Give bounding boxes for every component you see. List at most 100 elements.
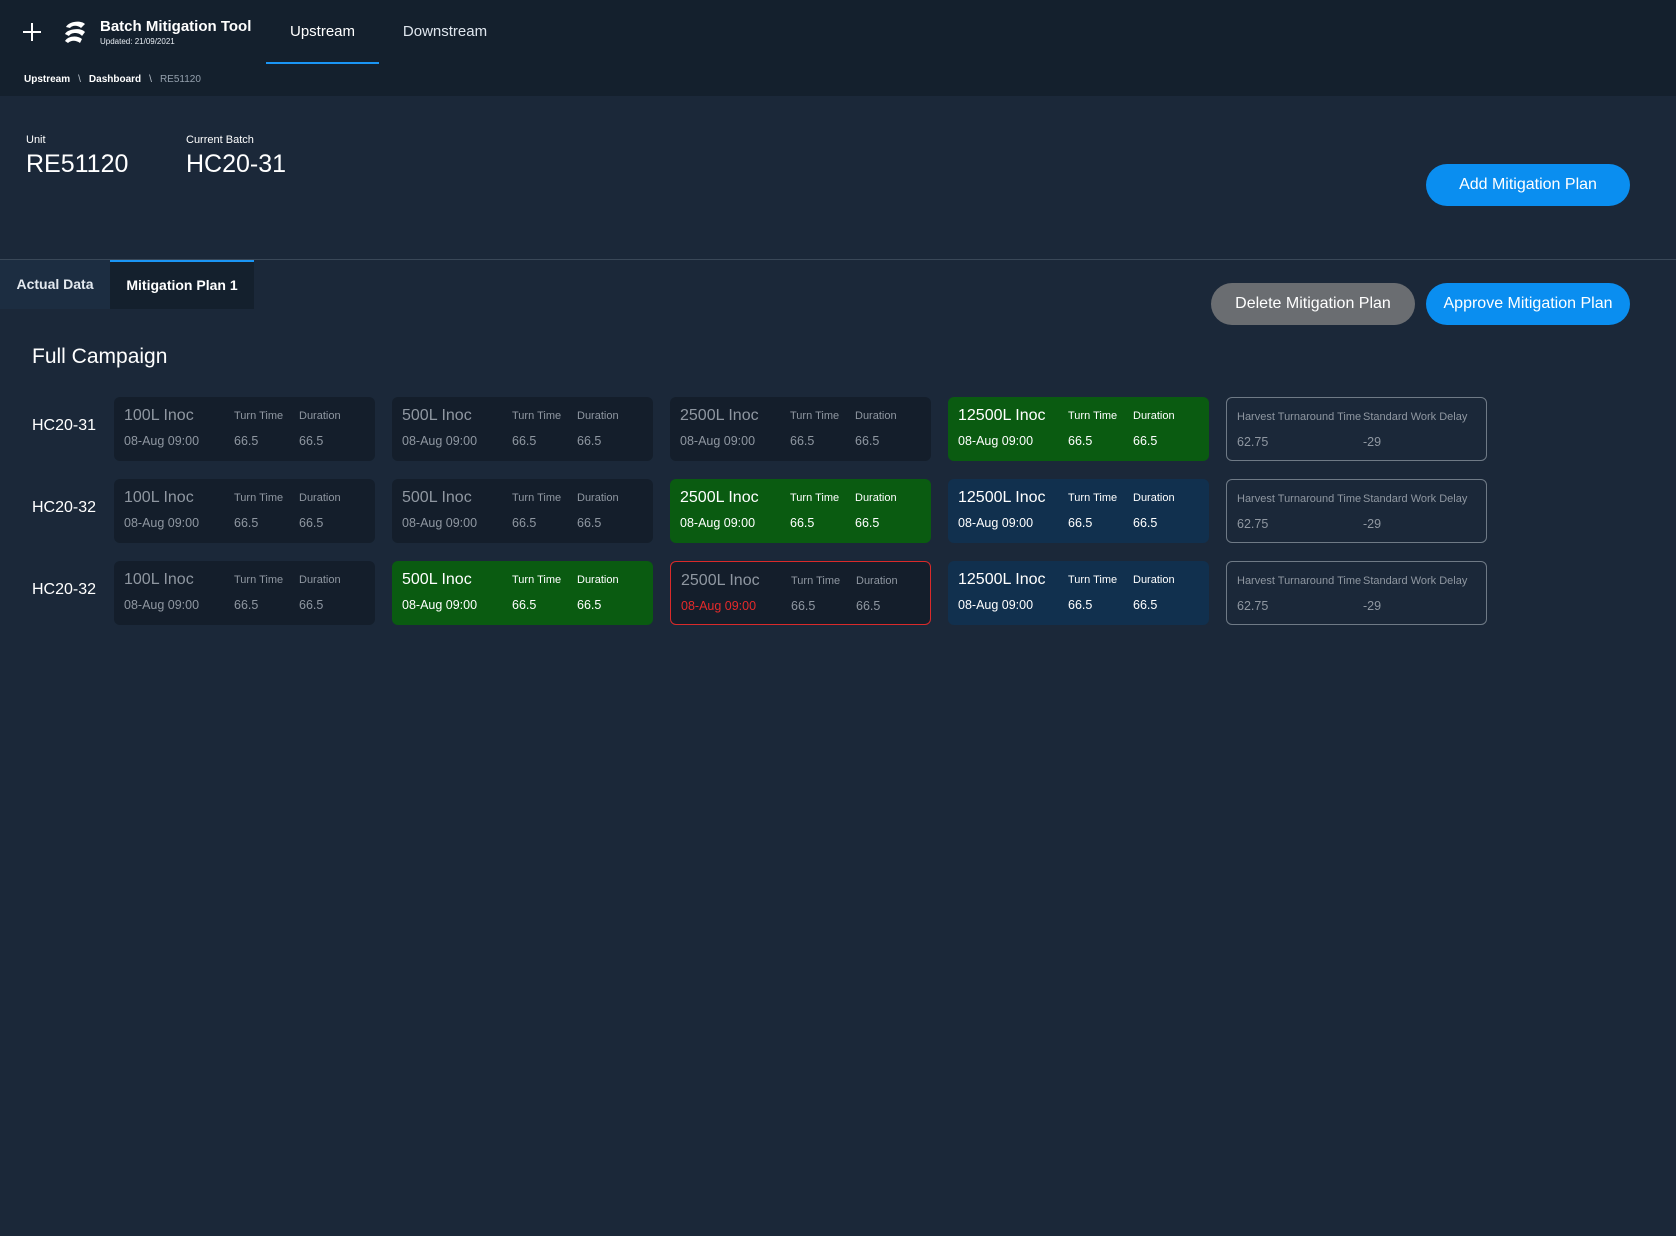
stage-name: 2500L Inoc xyxy=(680,489,759,506)
row-batch-label: HC20-31 xyxy=(32,417,97,434)
delete-mitigation-plan-button[interactable]: Delete Mitigation Plan xyxy=(1211,283,1415,325)
stage-card[interactable]: 100L Inoc 08-Aug 09:00 Turn Time Duration 66… xyxy=(114,561,375,625)
stage-card[interactable]: 2500L Inoc 08-Aug 09:00 Turn Time Duration 6… xyxy=(670,397,931,461)
turn-time-label: Turn Time xyxy=(790,492,840,504)
harvest-turnaround-value: 62.75 xyxy=(1237,435,1269,449)
stage-card[interactable]: 2500L Inoc 08-Aug 09:00 Turn Time Duration 6… xyxy=(670,479,931,543)
turn-time-value: 66.5 xyxy=(790,434,815,448)
duration-label: Duration xyxy=(855,410,897,422)
turn-time-value: 66.5 xyxy=(790,516,815,530)
duration-label: Duration xyxy=(1133,410,1175,422)
stage-date: 08-Aug 09:00 xyxy=(124,598,200,612)
duration-value: 66.5 xyxy=(1133,516,1158,530)
standard-work-delay-value: -29 xyxy=(1363,435,1382,449)
stage-date: 08-Aug 09:00 xyxy=(402,598,478,612)
tab-mitigation-plan-1[interactable]: Mitigation Plan 1 xyxy=(110,260,254,309)
plus-icon[interactable] xyxy=(20,20,44,44)
stage-card[interactable]: 2500L Inoc 08-Aug 09:00 Turn Time Duration 6… xyxy=(670,561,931,625)
turn-time-label: Turn Time xyxy=(1068,492,1118,504)
unit-value: RE51120 xyxy=(26,150,129,178)
breadcrumb-separator: \ xyxy=(78,74,81,85)
duration-label: Duration xyxy=(577,492,619,504)
stage-card[interactable]: 100L Inoc 08-Aug 09:00 Turn Time Duration 66… xyxy=(114,397,375,461)
duration-label: Duration xyxy=(577,410,619,422)
breadcrumb: Upstream \ Dashboard \ RE51120 xyxy=(24,74,201,85)
top-bar: Batch Mitigation Tool Updated: 21/09/202… xyxy=(0,0,1676,96)
standard-work-delay-value: -29 xyxy=(1363,517,1382,531)
current-batch-label: Current Batch xyxy=(186,134,254,146)
duration-value: 66.5 xyxy=(1133,598,1158,612)
duration-label: Duration xyxy=(855,492,897,504)
summary-card: Harvest Turnaround Time Standard Work Del… xyxy=(1226,397,1487,461)
tab-actual-data[interactable]: Actual Data xyxy=(0,260,110,309)
turn-time-label: Turn Time xyxy=(791,575,841,587)
stage-date: 08-Aug 09:00 xyxy=(124,516,200,530)
duration-label: Duration xyxy=(299,492,341,504)
turn-time-value: 66.5 xyxy=(1068,598,1093,612)
stage-date: 08-Aug 09:00 xyxy=(958,516,1034,530)
duration-value: 66.5 xyxy=(577,516,602,530)
add-mitigation-plan-button[interactable]: Add Mitigation Plan xyxy=(1426,164,1630,206)
stage-date: 08-Aug 09:00 xyxy=(958,598,1034,612)
nav-tab-downstream[interactable]: Downstream xyxy=(392,0,498,64)
stage-card[interactable]: 500L Inoc 08-Aug 09:00 Turn Time Duration 66… xyxy=(392,479,653,543)
stage-name: 2500L Inoc xyxy=(680,407,759,424)
stage-card[interactable]: 12500L Inoc 08-Aug 09:00 Turn Time Duration… xyxy=(948,561,1209,625)
turn-time-label: Turn Time xyxy=(1068,574,1118,586)
duration-value: 66.5 xyxy=(299,434,324,448)
turn-time-value: 66.5 xyxy=(512,516,537,530)
app-title: Batch Mitigation Tool xyxy=(100,18,252,35)
stage-name: 100L Inoc xyxy=(124,571,194,588)
turn-time-value: 66.5 xyxy=(1068,516,1093,530)
stage-name: 500L Inoc xyxy=(402,571,472,588)
turn-time-label: Turn Time xyxy=(234,492,284,504)
duration-label: Duration xyxy=(299,574,341,586)
unit-label: Unit xyxy=(26,134,46,146)
turn-time-label: Turn Time xyxy=(512,410,562,422)
turn-time-label: Turn Time xyxy=(234,574,284,586)
section-title: Full Campaign xyxy=(32,345,168,368)
stage-name: 12500L Inoc xyxy=(958,407,1046,424)
turn-time-label: Turn Time xyxy=(1068,410,1118,422)
duration-label: Duration xyxy=(856,575,898,587)
duration-label: Duration xyxy=(1133,492,1175,504)
duration-value: 66.5 xyxy=(1133,434,1158,448)
stage-card[interactable]: 12500L Inoc 08-Aug 09:00 Turn Time Duration… xyxy=(948,397,1209,461)
harvest-turnaround-value: 62.75 xyxy=(1237,517,1269,531)
duration-value: 66.5 xyxy=(577,598,602,612)
harvest-turnaround-label: Harvest Turnaround Time xyxy=(1237,575,1362,587)
breadcrumb-upstream[interactable]: Upstream xyxy=(24,74,70,85)
stage-card[interactable]: 500L Inoc 08-Aug 09:00 Turn Time Duration 66… xyxy=(392,561,653,625)
breadcrumb-dashboard[interactable]: Dashboard xyxy=(89,74,141,85)
approve-mitigation-plan-button[interactable]: Approve Mitigation Plan xyxy=(1426,283,1630,325)
stage-date: 08-Aug 09:00 xyxy=(681,599,757,613)
turn-time-value: 66.5 xyxy=(1068,434,1093,448)
duration-value: 66.5 xyxy=(299,598,324,612)
summary-card: Harvest Turnaround Time Standard Work Del… xyxy=(1226,561,1487,625)
stage-date: 08-Aug 09:00 xyxy=(402,516,478,530)
stage-name: 500L Inoc xyxy=(402,489,472,506)
turn-time-label: Turn Time xyxy=(512,574,562,586)
nav-tab-upstream[interactable]: Upstream xyxy=(266,0,379,64)
logo-icon xyxy=(65,21,85,43)
stage-name: 12500L Inoc xyxy=(958,489,1046,506)
stage-card[interactable]: 12500L Inoc 08-Aug 09:00 Turn Time Duration… xyxy=(948,479,1209,543)
stage-date: 08-Aug 09:00 xyxy=(680,516,756,530)
stage-name: 100L Inoc xyxy=(124,407,194,424)
stage-name: 2500L Inoc xyxy=(681,572,760,589)
stage-card[interactable]: 100L Inoc 08-Aug 09:00 Turn Time Duration 66… xyxy=(114,479,375,543)
harvest-turnaround-label: Harvest Turnaround Time xyxy=(1237,411,1362,423)
turn-time-value: 66.5 xyxy=(234,516,259,530)
stage-name: 500L Inoc xyxy=(402,407,472,424)
duration-value: 66.5 xyxy=(855,434,880,448)
turn-time-value: 66.5 xyxy=(234,434,259,448)
duration-value: 66.5 xyxy=(577,434,602,448)
duration-value: 66.5 xyxy=(855,516,880,530)
turn-time-value: 66.5 xyxy=(791,599,816,613)
duration-label: Duration xyxy=(299,410,341,422)
duration-label: Duration xyxy=(577,574,619,586)
turn-time-label: Turn Time xyxy=(512,492,562,504)
breadcrumb-separator: \ xyxy=(149,74,152,85)
stage-card[interactable]: 500L Inoc 08-Aug 09:00 Turn Time Duration 66… xyxy=(392,397,653,461)
standard-work-delay-value: -29 xyxy=(1363,599,1382,613)
